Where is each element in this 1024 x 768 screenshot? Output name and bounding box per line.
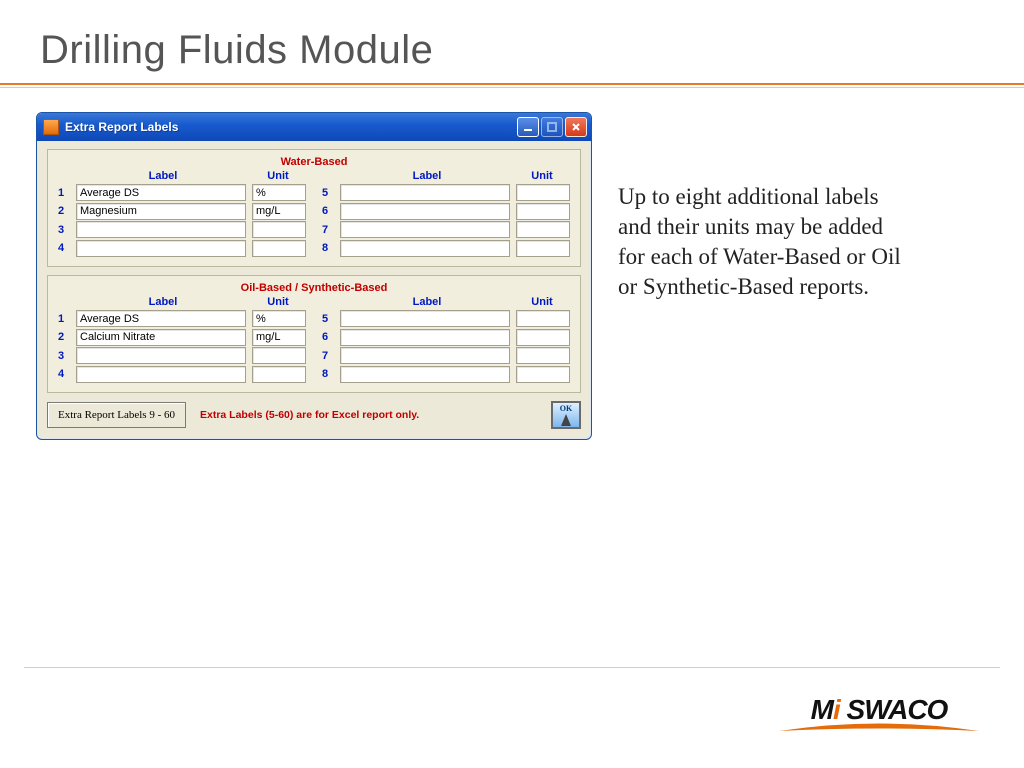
panel-title-oil: Oil-Based / Synthetic-Based [58, 282, 570, 294]
unit-input[interactable] [252, 221, 306, 238]
field-row: 2 [58, 329, 306, 346]
logo-text-2: SWACO [840, 694, 948, 725]
rocket-icon [561, 414, 571, 426]
label-input[interactable] [76, 203, 246, 220]
field-row: 6 [322, 329, 570, 346]
footer-divider [24, 667, 1000, 668]
label-input[interactable] [340, 240, 510, 257]
unit-input[interactable] [516, 184, 570, 201]
field-row: 5 [322, 184, 570, 201]
ok-button-label: OK [560, 404, 572, 413]
row-number: 6 [322, 331, 340, 343]
row-number: 1 [58, 187, 76, 199]
label-input[interactable] [340, 221, 510, 238]
field-row: 2 [58, 203, 306, 220]
row-number: 5 [322, 187, 340, 199]
maximize-button [541, 117, 563, 137]
row-number: 6 [322, 205, 340, 217]
row-number: 5 [322, 313, 340, 325]
swoosh-icon [774, 722, 984, 736]
column-header-label: Label [76, 296, 250, 308]
unit-input[interactable] [252, 347, 306, 364]
label-input[interactable] [76, 366, 246, 383]
field-row: 1 [58, 184, 306, 201]
field-row: 3 [58, 347, 306, 364]
unit-input[interactable] [252, 240, 306, 257]
unit-input[interactable] [516, 366, 570, 383]
column-header-label: Label [340, 170, 514, 182]
field-row: 7 [322, 221, 570, 238]
row-number: 7 [322, 350, 340, 362]
label-input[interactable] [340, 310, 510, 327]
field-row: 3 [58, 221, 306, 238]
column-header-unit: Unit [250, 296, 306, 308]
oil-based-panel: Oil-Based / Synthetic-Based LabelUnit123… [47, 275, 581, 393]
row-number: 4 [58, 242, 76, 254]
logo-text: M [811, 694, 833, 725]
column-header-label: Label [76, 170, 250, 182]
label-input[interactable] [76, 240, 246, 257]
unit-input[interactable] [252, 203, 306, 220]
field-row: 6 [322, 203, 570, 220]
field-row: 8 [322, 366, 570, 383]
page-title: Drilling Fluids Module [0, 0, 1024, 83]
column-header-label: Label [340, 296, 514, 308]
field-row: 4 [58, 240, 306, 257]
label-input[interactable] [76, 347, 246, 364]
field-row: 8 [322, 240, 570, 257]
row-number: 4 [58, 368, 76, 380]
panel-title-water: Water-Based [58, 156, 570, 168]
label-input[interactable] [340, 203, 510, 220]
window-title: Extra Report Labels [65, 120, 515, 134]
unit-input[interactable] [252, 366, 306, 383]
label-input[interactable] [76, 184, 246, 201]
ok-button[interactable]: OK [551, 401, 581, 429]
column-header-unit: Unit [514, 170, 570, 182]
row-number: 8 [322, 242, 340, 254]
unit-input[interactable] [516, 347, 570, 364]
accent-rule [0, 83, 1024, 85]
row-number: 3 [58, 224, 76, 236]
label-input[interactable] [340, 366, 510, 383]
field-row: 1 [58, 310, 306, 327]
logo-accent-letter: i [833, 694, 840, 725]
water-based-panel: Water-Based LabelUnit1234 LabelUnit5678 [47, 149, 581, 267]
extra-labels-button[interactable]: Extra Report Labels 9 - 60 [47, 402, 186, 428]
unit-input[interactable] [516, 221, 570, 238]
field-row: 5 [322, 310, 570, 327]
annotation-text: Up to eight additional labels and their … [592, 112, 922, 440]
row-number: 7 [322, 224, 340, 236]
label-input[interactable] [340, 329, 510, 346]
unit-input[interactable] [516, 310, 570, 327]
label-input[interactable] [340, 184, 510, 201]
row-number: 2 [58, 331, 76, 343]
titlebar[interactable]: Extra Report Labels [37, 113, 591, 141]
unit-input[interactable] [516, 240, 570, 257]
close-button[interactable] [565, 117, 587, 137]
brand-logo: Mi SWACO [774, 694, 984, 736]
row-number: 2 [58, 205, 76, 217]
extra-labels-note: Extra Labels (5-60) are for Excel report… [200, 409, 551, 421]
row-number: 1 [58, 313, 76, 325]
dialog-window: Extra Report Labels Water-Based LabelUni… [36, 112, 592, 440]
row-number: 8 [322, 368, 340, 380]
unit-input[interactable] [516, 203, 570, 220]
unit-input[interactable] [516, 329, 570, 346]
unit-input[interactable] [252, 310, 306, 327]
row-number: 3 [58, 350, 76, 362]
column-header-unit: Unit [514, 296, 570, 308]
minimize-button[interactable] [517, 117, 539, 137]
unit-input[interactable] [252, 184, 306, 201]
label-input[interactable] [340, 347, 510, 364]
field-row: 4 [58, 366, 306, 383]
label-input[interactable] [76, 221, 246, 238]
app-icon [43, 119, 59, 135]
label-input[interactable] [76, 329, 246, 346]
label-input[interactable] [76, 310, 246, 327]
column-header-unit: Unit [250, 170, 306, 182]
unit-input[interactable] [252, 329, 306, 346]
field-row: 7 [322, 347, 570, 364]
